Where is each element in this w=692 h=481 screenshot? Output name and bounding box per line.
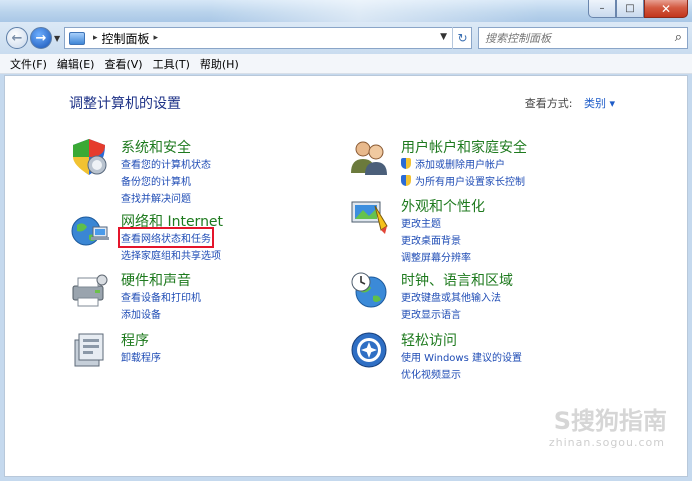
refresh-button[interactable]: ↻	[452, 27, 472, 49]
category-appearance: 外观和个性化 更改主题 更改桌面背景 调整屏幕分辨率	[349, 196, 629, 264]
ease-link-recommended-settings[interactable]: 使用 Windows 建议的设置	[401, 349, 522, 364]
programs-box-icon[interactable]	[69, 330, 109, 370]
category-programs: 程序 卸载程序	[69, 330, 319, 370]
forward-button[interactable]: →	[30, 27, 52, 49]
network-link-homegroup[interactable]: 选择家庭组和共享选项	[121, 247, 221, 262]
navigation-bar: ← → ▼ ▸ 控制面板 ▸ ▼ ↻ ⌕	[0, 22, 692, 54]
system-link-troubleshoot[interactable]: 查找并解决问题	[121, 190, 191, 205]
appearance-link-theme[interactable]: 更改主题	[401, 215, 441, 230]
search-icon[interactable]: ⌕	[675, 30, 682, 45]
breadcrumb-control-panel[interactable]: 控制面板	[102, 30, 150, 47]
appearance-link-background[interactable]: 更改桌面背景	[401, 232, 461, 247]
watermark-url: zhinan.sogou.com	[548, 436, 665, 449]
system-link-status[interactable]: 查看您的计算机状态	[121, 156, 211, 171]
recent-pages-dropdown[interactable]: ▼	[54, 34, 60, 43]
users-icon[interactable]	[349, 137, 389, 177]
breadcrumb-arrow-icon[interactable]: ▸	[154, 33, 159, 43]
minimize-button[interactable]: –	[588, 0, 616, 18]
security-shield-icon[interactable]	[69, 137, 109, 177]
appearance-title[interactable]: 外观和个性化	[401, 196, 485, 216]
close-button[interactable]: ✕	[644, 0, 688, 18]
watermark-logo: S搜狗指南	[553, 407, 667, 435]
network-globe-icon[interactable]	[69, 211, 109, 251]
arrow-right-icon: →	[35, 30, 47, 46]
network-link-status-tasks[interactable]: 查看网络状态和任务	[118, 227, 214, 248]
category-network-internet: 网络和 Internet 查看网络状态和任务 选择家庭组和共享选项	[69, 211, 329, 262]
search-box[interactable]: ⌕	[478, 27, 688, 49]
category-clock-language-region: 时钟、语言和区域 更改键盘或其他输入法 更改显示语言	[349, 270, 629, 321]
back-button[interactable]: ←	[6, 27, 28, 49]
users-link-add-remove[interactable]: 添加或删除用户帐户	[401, 156, 505, 171]
network-internet-title[interactable]: 网络和 Internet	[121, 211, 223, 231]
category-system-security: 系统和安全 查看您的计算机状态 备份您的计算机 查找并解决问题	[69, 137, 319, 205]
maximize-button[interactable]: □	[616, 0, 644, 18]
system-link-backup[interactable]: 备份您的计算机	[121, 173, 191, 188]
menu-view[interactable]: 查看(V)	[104, 56, 142, 72]
search-input[interactable]	[485, 31, 655, 45]
page-title: 调整计算机的设置	[69, 96, 181, 112]
menu-help[interactable]: 帮助(H)	[200, 56, 239, 72]
category-ease-of-access: 轻松访问 使用 Windows 建议的设置 优化视频显示	[349, 330, 629, 381]
view-mode-label: 查看方式:	[524, 97, 573, 110]
ease-of-access-icon[interactable]	[349, 330, 389, 370]
menu-edit[interactable]: 编辑(E)	[57, 56, 95, 72]
clock-globe-icon[interactable]	[349, 270, 389, 310]
users-link-parental-control[interactable]: 为所有用户设置家长控制	[401, 173, 525, 188]
category-user-accounts: 用户帐户和家庭安全 添加或删除用户帐户 为所有用户设置家长控制	[349, 137, 629, 188]
arrow-left-icon: ←	[11, 30, 23, 46]
view-mode-dropdown[interactable]: 类别 ▾	[584, 97, 615, 110]
refresh-icon: ↻	[457, 31, 468, 45]
appearance-monitor-icon[interactable]	[349, 196, 389, 236]
hardware-sound-title[interactable]: 硬件和声音	[121, 270, 191, 290]
menu-file[interactable]: 文件(F)	[10, 56, 47, 72]
programs-link-uninstall[interactable]: 卸载程序	[121, 349, 161, 364]
system-security-title[interactable]: 系统和安全	[121, 137, 191, 157]
category-hardware-sound: 硬件和声音 查看设备和打印机 添加设备	[69, 270, 319, 321]
clock-language-title[interactable]: 时钟、语言和区域	[401, 270, 513, 290]
menu-tools[interactable]: 工具(T)	[153, 56, 190, 72]
title-bar-glow	[210, 0, 540, 22]
hardware-link-devices-printers[interactable]: 查看设备和打印机	[121, 289, 201, 304]
control-panel-icon	[69, 31, 85, 45]
address-bar[interactable]: ▸ 控制面板 ▸ ▼	[64, 27, 472, 49]
breadcrumb-arrow-icon[interactable]: ▸	[93, 33, 98, 43]
address-dropdown-icon[interactable]: ▼	[440, 32, 447, 42]
appearance-link-resolution[interactable]: 调整屏幕分辨率	[401, 249, 471, 264]
ease-link-optimize-display[interactable]: 优化视频显示	[401, 366, 461, 381]
ease-of-access-title[interactable]: 轻松访问	[401, 330, 457, 350]
window-controls: – □ ✕	[588, 0, 688, 18]
control-panel-content: 调整计算机的设置 查看方式: 类别 ▾ 系统和安全 查看您的计算机状态 备份您的…	[4, 75, 688, 477]
clock-link-display-language[interactable]: 更改显示语言	[401, 306, 461, 321]
menu-bar: 文件(F) 编辑(E) 查看(V) 工具(T) 帮助(H)	[0, 54, 692, 74]
hardware-link-add-device[interactable]: 添加设备	[121, 306, 161, 321]
clock-link-input-method[interactable]: 更改键盘或其他输入法	[401, 289, 501, 304]
printer-icon[interactable]	[69, 270, 109, 310]
user-accounts-title[interactable]: 用户帐户和家庭安全	[401, 137, 527, 157]
view-mode: 查看方式: 类别 ▾	[525, 95, 615, 111]
window-title-bar: – □ ✕	[0, 0, 692, 22]
programs-title[interactable]: 程序	[121, 330, 149, 350]
